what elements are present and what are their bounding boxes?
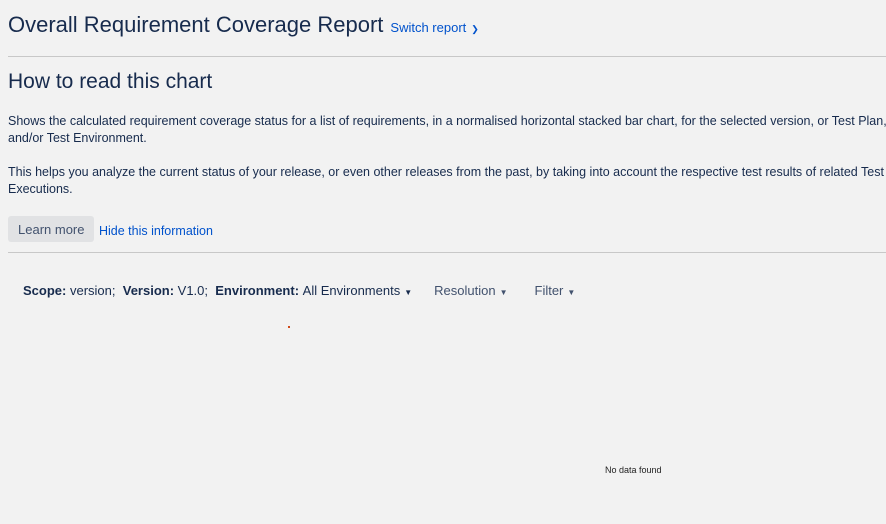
page-title: Overall Requirement Coverage Report [8,12,384,37]
switch-report-label: Switch report [390,20,467,35]
divider [8,56,886,57]
divider [8,252,886,253]
chevron-down-icon: ❯ [471,24,479,34]
filter-label: Filter [534,283,564,298]
no-data-message: No data found [605,465,662,475]
page-header: Overall Requirement Coverage Report Swit… [8,12,479,38]
filter-bar: Scope: version; Version: V1.0; Environme… [23,283,575,298]
environment-value: All Environments [302,283,401,298]
filter-dropdown[interactable]: Filter ▼ [535,283,576,298]
caret-down-icon: ▼ [499,288,508,297]
caret-down-icon: ▼ [404,288,413,297]
scope-label: Scope: [23,283,67,298]
environment-label: Environment: [215,283,300,298]
resolution-label: Resolution [434,283,496,298]
info-paragraph-2: This helps you analyze the current statu… [8,165,884,196]
learn-more-button[interactable]: Learn more [8,216,95,242]
scope-value: version; [69,283,116,298]
info-heading: How to read this chart [8,70,213,93]
version-value: V1.0; [177,283,209,298]
environment-dropdown[interactable]: All Environments ▼ [303,283,412,298]
caret-down-icon: ▼ [567,288,576,297]
info-paragraph-1: Shows the calculated requirement coverag… [8,114,886,145]
switch-report-link[interactable]: Switch report ❯ [390,20,478,35]
hide-information-link[interactable]: Hide this information [99,224,213,238]
version-label: Version: [122,283,175,298]
loading-indicator [288,326,290,328]
resolution-dropdown[interactable]: Resolution ▼ [434,283,507,298]
